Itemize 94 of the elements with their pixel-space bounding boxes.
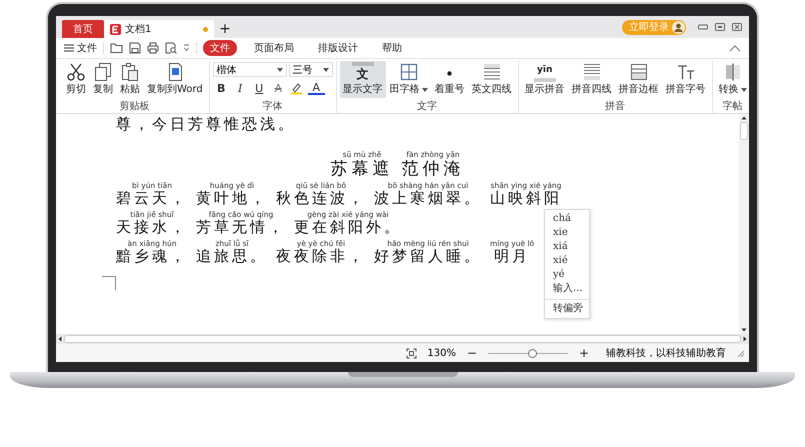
chinese-text: 明月 (494, 248, 530, 266)
menu-item[interactable]: xié (545, 254, 589, 268)
document-icon (110, 24, 121, 34)
minimize-icon[interactable] (697, 22, 709, 32)
chinese-text: 山映斜阳 (490, 190, 562, 208)
zoom-in-button[interactable]: + (578, 346, 590, 360)
fit-screen-icon[interactable] (406, 348, 418, 358)
print-icon[interactable] (147, 42, 159, 54)
chinese-text: 碧云天， (116, 190, 188, 208)
chinese-text: 更在斜阳外。 (294, 219, 402, 237)
clipboard-icon (120, 62, 140, 82)
slogan-text: 辅教科技，以科技辅助教育 (606, 346, 726, 360)
zoom-level: 130% (427, 348, 456, 358)
ribbon-button[interactable]: yīn 显示拼音 (522, 61, 568, 98)
grid-icon (398, 62, 419, 82)
folder-icon[interactable] (110, 42, 123, 54)
chinese-text: 夜夜除非， (276, 248, 366, 266)
ribbon-button[interactable]: 粘贴 (117, 61, 143, 98)
slider-thumb[interactable] (528, 348, 537, 358)
ribbon-tab[interactable]: 文件 (203, 40, 237, 56)
close-icon[interactable] (731, 22, 743, 32)
collapse-icon[interactable] (729, 44, 741, 52)
menu-icon (64, 44, 74, 52)
bordered-lines-icon (628, 62, 649, 82)
ribbon-button[interactable]: 复制到Word (144, 61, 206, 98)
horizontal-scrollbar[interactable] (56, 334, 749, 344)
group-label: 剪贴板 (119, 101, 150, 113)
chinese-text: 好梦留人睡。 (374, 248, 482, 266)
resize-grip-icon[interactable] (736, 348, 745, 358)
highlighter-icon (290, 82, 304, 94)
strikethrough-button[interactable]: A (270, 80, 287, 96)
menu-item[interactable]: 输入... (545, 282, 589, 296)
ribbon-button[interactable]: 拼音边框 (616, 61, 662, 98)
group-label: 拼音 (605, 101, 626, 113)
scroll-thumb[interactable] (64, 335, 741, 343)
preview-icon[interactable] (165, 42, 177, 54)
scroll-up-icon[interactable] (741, 116, 747, 120)
group-label: 文字 (417, 101, 438, 113)
document-tab[interactable]: 文档1 (104, 20, 214, 38)
ribbon-button[interactable]: 田字格 (386, 61, 431, 98)
ribbon-button[interactable]: 拼音字号 (662, 61, 709, 98)
caret-icon (322, 68, 329, 72)
ribbon-button[interactable]: 复制 (90, 61, 116, 98)
chinese-text: 芳草无情， (196, 219, 286, 237)
dot-icon (447, 71, 452, 76)
save-icon[interactable] (129, 42, 141, 54)
chinese-text: 黯乡魂， (116, 248, 188, 266)
scroll-right-icon[interactable] (743, 336, 747, 342)
ribbon-button[interactable]: 剪切 (63, 61, 89, 98)
font-size-select[interactable]: 三号 (288, 62, 333, 77)
chinese-text: 秋色连波， (276, 190, 366, 208)
menu-item[interactable]: xie (545, 226, 589, 240)
home-tab[interactable]: 首页 (62, 20, 104, 38)
scroll-down-icon[interactable] (741, 328, 747, 332)
chinese-text: 黄叶地， (196, 190, 268, 208)
menu-item[interactable]: yé (545, 268, 589, 282)
ribbon-tab[interactable]: 帮助 (375, 40, 409, 56)
caret-icon[interactable] (183, 44, 190, 52)
ribbon-button[interactable]: 转换 (716, 61, 749, 98)
underline-button[interactable]: U (250, 80, 268, 96)
margin-corner-mark (102, 276, 116, 290)
ribbon-button[interactable]: 文 显示文字 (340, 61, 386, 98)
lines-icon (582, 62, 602, 82)
menu-item[interactable]: chá (545, 212, 589, 226)
chinese-text: 尊，今日芳尊惟恐浅。 (116, 116, 296, 134)
scissors-icon (66, 62, 86, 82)
chinese-text: 天接水， (116, 219, 188, 237)
font-color-button[interactable]: A (308, 81, 325, 95)
ribbon-button[interactable]: 着重号 (432, 61, 468, 98)
chinese-text: 波上寒烟翠。 (374, 190, 482, 208)
font-select[interactable]: 楷体 (212, 62, 287, 77)
ribbon-button[interactable]: 英文四线 (468, 61, 515, 98)
scroll-left-icon[interactable] (58, 336, 62, 342)
menu-item[interactable]: xiá (545, 240, 589, 254)
group-label: 字体 (262, 101, 283, 113)
chinese-text: 追旅思。 (196, 248, 268, 266)
lines-icon (482, 62, 502, 82)
ribbon-tab[interactable]: 排版设计 (311, 40, 365, 56)
restore-icon[interactable] (714, 22, 726, 32)
copy-icon (93, 62, 113, 82)
chinese-text: 苏幕遮 (330, 159, 394, 179)
bold-button[interactable]: B (212, 80, 230, 96)
italic-button[interactable]: I (232, 80, 249, 96)
new-tab-button[interactable]: + (214, 20, 236, 38)
avatar-icon (672, 20, 685, 34)
ribbon-button[interactable]: 拼音四线 (568, 61, 615, 98)
file-menu-button[interactable]: 文件 (64, 41, 97, 55)
vertical-scrollbar[interactable] (739, 114, 749, 334)
scroll-thumb[interactable] (740, 122, 748, 140)
zoom-out-button[interactable]: − (466, 346, 478, 360)
caret-icon (276, 68, 283, 72)
chinese-text: 范仲淹 (402, 159, 464, 179)
ribbon-tab[interactable]: 页面布局 (247, 40, 301, 56)
group-label: 字帖 (722, 101, 743, 113)
